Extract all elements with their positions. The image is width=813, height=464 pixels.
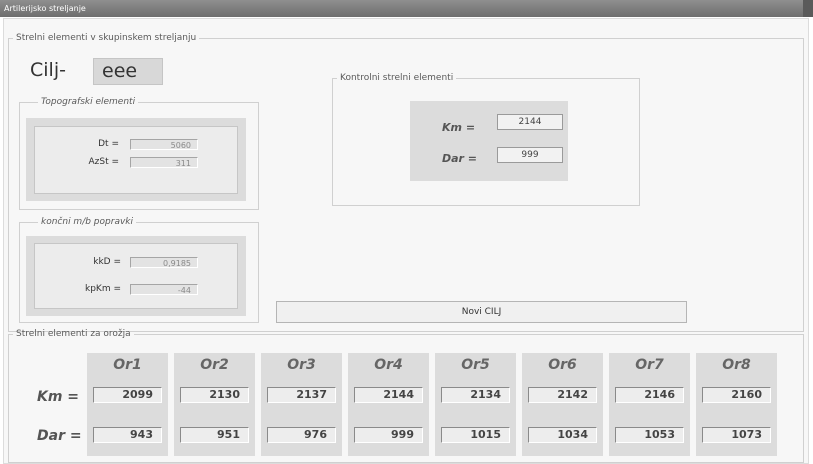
kpkm-label: kpKm = <box>85 284 121 294</box>
weapon-dar-value: 1073 <box>702 427 771 443</box>
azst-label: AzSt = <box>88 157 119 167</box>
weapon-dar-value: 943 <box>93 427 162 443</box>
topo-inner: Dt = 5060 AzSt = 311 <box>34 126 238 194</box>
target-label: Cilj- <box>30 59 66 81</box>
weapon-name: Or5 <box>461 357 490 373</box>
window-control[interactable] <box>803 0 813 17</box>
main-group-legend: Strelni elementi v skupinskem streljanju <box>16 33 197 43</box>
weapons-dar-label: Dar = <box>37 428 82 444</box>
weapon-column: Or5 2134 1015 <box>435 353 516 456</box>
weapon-column: Or6 2142 1034 <box>522 353 603 456</box>
control-km-value: 2144 <box>497 114 563 130</box>
weapon-column: Or3 2137 976 <box>261 353 342 456</box>
target-input[interactable]: eee <box>93 58 163 85</box>
weapon-km-value: 2130 <box>180 387 249 403</box>
weapon-km-value: 2146 <box>615 387 684 403</box>
control-group-legend: Kontrolni strelni elementi <box>340 73 454 83</box>
title-bar: Artilerijsko streljanje <box>0 0 813 17</box>
weapon-column: Or2 2130 951 <box>174 353 255 456</box>
weapon-km-value: 2142 <box>528 387 597 403</box>
corrections-inner: kkD = 0,9185 kpKm = -44 <box>34 243 238 309</box>
weapon-column: Or1 2099 943 <box>87 353 168 456</box>
control-dar-value: 999 <box>497 147 563 163</box>
dt-value: 5060 <box>130 139 198 150</box>
azst-value: 311 <box>130 157 198 168</box>
new-target-button[interactable]: Novi CILJ <box>276 301 687 323</box>
weapon-dar-value: 1034 <box>528 427 597 443</box>
kkd-value: 0,9185 <box>130 257 198 268</box>
weapon-column: Or4 2144 999 <box>348 353 429 456</box>
kkd-label: kkD = <box>93 257 121 267</box>
weapon-name: Or2 <box>200 357 229 373</box>
weapon-name: Or3 <box>287 357 316 373</box>
control-dar-label: Dar = <box>442 152 478 165</box>
weapon-dar-value: 1053 <box>615 427 684 443</box>
weapon-column: Or7 2146 1053 <box>609 353 690 456</box>
topo-group-legend: Topografski elementi <box>41 97 136 107</box>
corrections-group-legend: končni m/b popravki <box>41 217 133 227</box>
weapon-name: Or4 <box>374 357 403 373</box>
weapons-group-legend: Strelni elementi za orožja <box>16 329 131 339</box>
kpkm-value: -44 <box>130 284 198 295</box>
corrections-panel: kkD = 0,9185 kpKm = -44 <box>26 236 246 316</box>
weapon-name: Or8 <box>722 357 751 373</box>
weapon-km-value: 2137 <box>267 387 336 403</box>
control-panel: Km = 2144 Dar = 999 <box>410 101 568 181</box>
control-km-label: Km = <box>442 121 476 134</box>
dt-label: Dt = <box>98 139 119 149</box>
weapon-dar-value: 976 <box>267 427 336 443</box>
weapon-km-value: 2099 <box>93 387 162 403</box>
main-form: Strelni elementi v skupinskem streljanju… <box>3 18 809 464</box>
weapon-km-value: 2160 <box>702 387 771 403</box>
weapon-name: Or1 <box>113 357 142 373</box>
weapon-name: Or7 <box>635 357 664 373</box>
weapon-dar-value: 951 <box>180 427 249 443</box>
weapon-dar-value: 1015 <box>441 427 510 443</box>
topo-panel: Dt = 5060 AzSt = 311 <box>26 118 246 201</box>
window-title: Artilerijsko streljanje <box>4 4 86 13</box>
weapon-km-value: 2144 <box>354 387 423 403</box>
weapons-km-label: Km = <box>37 389 80 405</box>
weapon-column: Or8 2160 1073 <box>696 353 777 456</box>
weapon-name: Or6 <box>548 357 577 373</box>
weapon-dar-value: 999 <box>354 427 423 443</box>
weapon-km-value: 2134 <box>441 387 510 403</box>
